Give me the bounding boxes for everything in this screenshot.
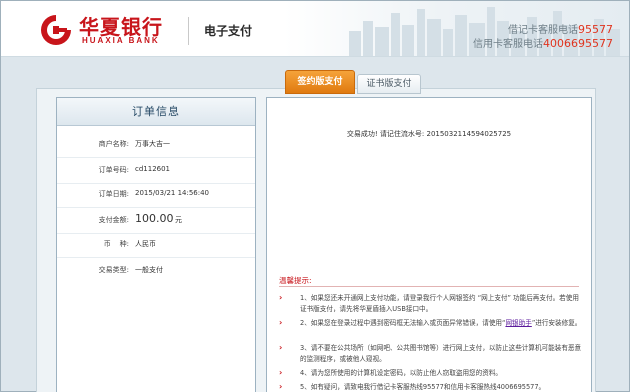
- credit-hotline-number: 4006695577: [543, 37, 613, 50]
- tips-divider: [279, 286, 579, 287]
- tip-text: 4、请为您所使用的计算机设定密码，以防止他人窃取盗用您的资料。: [300, 369, 503, 377]
- payment-result-panel: 交易成功! 请记住流水号: 2015032114594025725 温馨提示: …: [266, 97, 592, 392]
- tip-text: 3、请不要在公共场所（如网吧、公共图书馆等）进行网上支付，以防止这些计算机可能装…: [300, 344, 582, 363]
- header-divider: [188, 17, 189, 45]
- tip-text-suffix: ”进行安装修复。: [531, 319, 582, 327]
- debit-hotline: 借记卡客服电话95577: [508, 21, 613, 36]
- chevron-right-icon: ›: [279, 293, 283, 302]
- service-title: 电子支付: [204, 24, 253, 38]
- merchant-row: 商户名称: 万事大吉一: [57, 139, 255, 155]
- bank-helper-link[interactable]: 网银助手: [505, 319, 531, 327]
- merchant-value: 万事大吉一: [135, 140, 170, 148]
- currency-label: 币 种:: [103, 240, 129, 248]
- chevron-right-icon: ›: [279, 368, 283, 377]
- transaction-type-value: 一般支付: [135, 266, 163, 274]
- amount-label: 支付金额:: [98, 216, 129, 224]
- order-info-panel: 订单信息 商户名称: 万事大吉一 订单号码: cd112601 订单日期: 20…: [56, 97, 256, 392]
- currency-row: 币 种: 人民币: [57, 239, 255, 255]
- credit-hotline: 信用卡客服电话4006695577: [473, 35, 613, 50]
- row-divider: [57, 183, 255, 184]
- order-number-value: cd112601: [135, 165, 171, 173]
- currency-value: 人民币: [135, 240, 156, 248]
- row-divider: [57, 233, 255, 234]
- tip-text: 1、如果您还未开通网上支付功能，请登录我行个人网银签约 “网上支付” 功能后再支…: [300, 294, 579, 313]
- tip-text-helper: 2、如果您在登录过程中遇到密码框无法输入或页面异常错误，请使用“网银助手”进行安…: [300, 318, 585, 329]
- tip-text: 2、如果您在登录过程中遇到密码框无法输入或页面异常错误，请使用“: [300, 319, 506, 327]
- order-info-title: 订单信息: [57, 98, 255, 126]
- credit-hotline-label: 信用卡客服电话: [473, 39, 543, 50]
- transaction-type-row: 交易类型: 一般支付: [57, 265, 255, 281]
- huaxia-bank-logo-icon: [41, 15, 71, 45]
- order-date-row: 订单日期: 2015/03/21 14:56:40: [57, 189, 255, 205]
- header: 华夏银行 HUAXIA BANK 电子支付 借记卡客服电话95577 信用卡客服…: [1, 1, 629, 57]
- row-divider: [57, 157, 255, 158]
- amount-value: 100.00: [135, 212, 174, 225]
- order-number-row: 订单号码: cd112601: [57, 165, 255, 181]
- row-divider: [57, 207, 255, 208]
- bank-name-en: HUAXIA BANK: [82, 36, 160, 45]
- tips-title: 温馨提示:: [279, 276, 312, 285]
- chevron-right-icon: ›: [279, 318, 283, 327]
- amount-unit: 元: [175, 216, 182, 224]
- tab-certificate-payment[interactable]: 证书版支付: [357, 74, 421, 94]
- order-date-value: 2015/03/21 14:56:40: [135, 189, 210, 197]
- chevron-right-icon: ›: [279, 343, 283, 352]
- transaction-type-label: 交易类型:: [98, 266, 129, 274]
- success-message: 交易成功! 请记住流水号: 2015032114594025725: [346, 130, 512, 138]
- merchant-label: 商户名称:: [98, 140, 129, 148]
- amount-row: 支付金额: 100.00 元: [57, 212, 255, 231]
- tip-text: 5、如有疑问，请致电我行借记卡客服热线95577和信用卡客服热线40066955…: [300, 383, 546, 391]
- order-number-label: 订单号码:: [98, 166, 129, 174]
- row-divider: [57, 257, 255, 258]
- order-date-label: 订单日期:: [98, 190, 129, 198]
- tab-signed-payment[interactable]: 签约版支付: [285, 70, 355, 94]
- chevron-right-icon: ›: [279, 382, 283, 391]
